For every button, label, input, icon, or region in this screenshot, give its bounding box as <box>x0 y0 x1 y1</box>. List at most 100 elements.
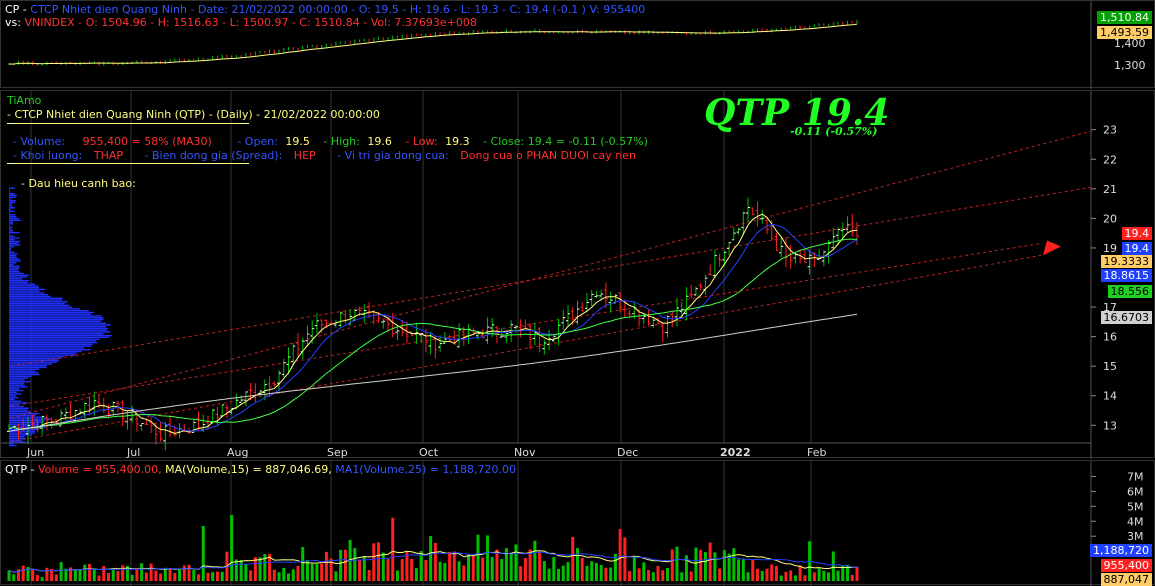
volume-bar <box>206 572 210 581</box>
volume-bar <box>609 567 613 581</box>
volume-bar <box>168 568 172 581</box>
month-label: 2022 <box>720 446 751 459</box>
volume-profile-bar <box>9 384 25 386</box>
volume-profile-bar <box>9 272 24 275</box>
volume-bar <box>708 542 712 581</box>
volume-profile-bar <box>9 416 45 418</box>
volume-bar <box>485 535 489 581</box>
volume-bar <box>689 571 693 581</box>
volume-bar <box>538 552 542 581</box>
volume-profile-bar <box>9 349 91 351</box>
volume-bar <box>367 570 371 581</box>
volume-profile-bar <box>9 324 111 326</box>
volume-bar <box>130 574 134 581</box>
ohlc-line: - Volume: 955,400 = 58% (MA30) - Open: 1… <box>13 135 648 148</box>
volume-value: 955,400 = 58% (MA30) <box>82 135 212 148</box>
volume-profile-bar <box>9 219 21 221</box>
volume-bar <box>779 575 783 581</box>
volume-profile-bar <box>9 444 17 447</box>
volume-bar <box>414 568 418 581</box>
price-title: - CTCP Nhiet dien Quang Ninh (QTP) - (Da… <box>7 108 380 121</box>
volume-bar <box>272 569 276 581</box>
volume-bar <box>737 559 741 581</box>
volume-bar <box>448 551 452 581</box>
volume-profile-bar <box>9 368 40 370</box>
volume-profile-bar <box>9 347 85 349</box>
volume-profile-bar <box>9 435 25 438</box>
vnindex-quote: VNINDEX - O: 1504.96 - H: 1516.63 - L: 1… <box>24 16 477 29</box>
volume-profile-bar <box>9 235 15 237</box>
volume-bar <box>353 548 357 581</box>
volume-profile-bar <box>9 407 29 409</box>
volume-profile-bar <box>9 313 92 315</box>
tiamo-label: TiAmo <box>7 94 42 107</box>
volume-bar <box>774 566 778 581</box>
volume-profile-bar <box>9 359 60 362</box>
month-label: Dec <box>617 446 638 459</box>
volume-profile-bar <box>9 205 13 207</box>
volume-bar <box>666 567 670 581</box>
ma-green-tag: 18.556 <box>1107 284 1152 298</box>
volume-bar <box>836 570 840 581</box>
volume-profile-bar <box>9 267 21 269</box>
volume-bar <box>561 565 565 581</box>
khoi-luong-value: THAP <box>93 149 124 162</box>
volume-bar <box>182 565 186 581</box>
volume-bar <box>201 526 205 581</box>
volume-bar <box>7 570 11 581</box>
volume-bar <box>793 575 797 581</box>
volume-bar <box>618 528 622 581</box>
open-value: 19.5 <box>285 135 310 148</box>
volume-bar <box>320 563 324 581</box>
price-tick-label: 21 <box>1103 183 1117 196</box>
volume-profile-bar <box>9 375 32 378</box>
volume-bar <box>552 557 556 581</box>
volume-profile-bar <box>9 246 14 248</box>
volume-profile-bar <box>9 292 45 294</box>
volume-bar <box>590 561 594 581</box>
high-label: - High: <box>323 135 360 148</box>
volume-profile-bar <box>9 443 14 445</box>
volume-profile-bar <box>9 242 19 244</box>
volume-bar <box>83 564 87 581</box>
volume-bar <box>196 574 200 581</box>
volume-bar <box>452 551 456 581</box>
volume-bar <box>386 558 390 581</box>
volume-profile-bar <box>9 315 102 317</box>
volume-bar <box>623 537 627 581</box>
volume-profile-bar <box>9 256 17 259</box>
volume-profile-bar <box>9 285 39 287</box>
volume-bar <box>334 571 338 581</box>
volume-bar <box>756 568 760 581</box>
volume-profile-bar <box>9 432 36 434</box>
khoi-luong-label: - Khoi luong: <box>13 149 83 162</box>
vol-last-tag: 955,400 <box>1100 559 1152 572</box>
volume-profile-bar <box>9 377 29 379</box>
price-tick-label: 14 <box>1103 390 1117 403</box>
volume-bar <box>377 542 381 581</box>
volume-profile-bar <box>9 322 107 324</box>
volume-bar <box>699 549 703 581</box>
volume-profile-bar <box>9 260 22 262</box>
volume-bar <box>244 564 248 581</box>
volume-profile-bar <box>9 274 30 276</box>
volume-profile-bar <box>9 214 16 216</box>
volume-profile-bar <box>9 437 26 440</box>
volume-profile-bar <box>9 334 113 337</box>
volume-bar <box>144 572 148 581</box>
volume-bar <box>789 570 793 581</box>
volume-profile-bar <box>9 262 17 264</box>
volume-profile-bar <box>9 208 11 211</box>
volume-bar <box>741 558 745 581</box>
close-text: - Close: 19.4 = -0.11 (-0.57%) <box>483 135 648 148</box>
volume-profile-bar <box>9 357 60 360</box>
volume-bar <box>381 552 385 581</box>
volume-profile-bar <box>9 207 15 209</box>
volume-bar <box>410 558 414 581</box>
volume-bar <box>258 557 262 581</box>
volume-profile-bar <box>9 388 20 390</box>
volume-bar <box>656 565 660 581</box>
volume-profile-bar <box>9 370 36 372</box>
volume-bar <box>277 572 281 581</box>
volume-bar <box>566 562 570 581</box>
